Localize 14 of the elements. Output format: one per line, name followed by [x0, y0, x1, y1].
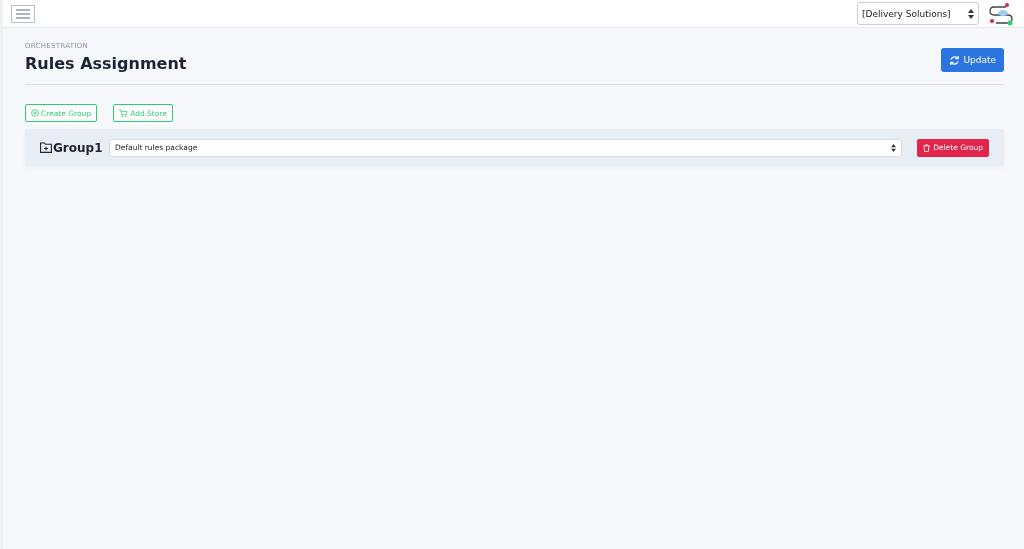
menu-button[interactable]	[11, 4, 35, 23]
refresh-icon	[949, 54, 961, 66]
organization-select[interactable]: [Delivery Solutions]	[857, 2, 979, 25]
page-title: Rules Assignment	[25, 54, 187, 73]
menu-icon	[16, 8, 30, 19]
plus-circle-icon	[31, 109, 39, 117]
cart-icon	[119, 109, 129, 117]
folder-plus-icon	[40, 142, 52, 153]
route-logo-icon	[988, 1, 1014, 26]
update-button[interactable]: Update	[941, 48, 1004, 72]
sort-arrows-icon	[891, 143, 897, 152]
group-name: Group1	[53, 140, 103, 155]
trash-icon	[923, 143, 931, 152]
sort-arrows-icon	[968, 8, 974, 19]
